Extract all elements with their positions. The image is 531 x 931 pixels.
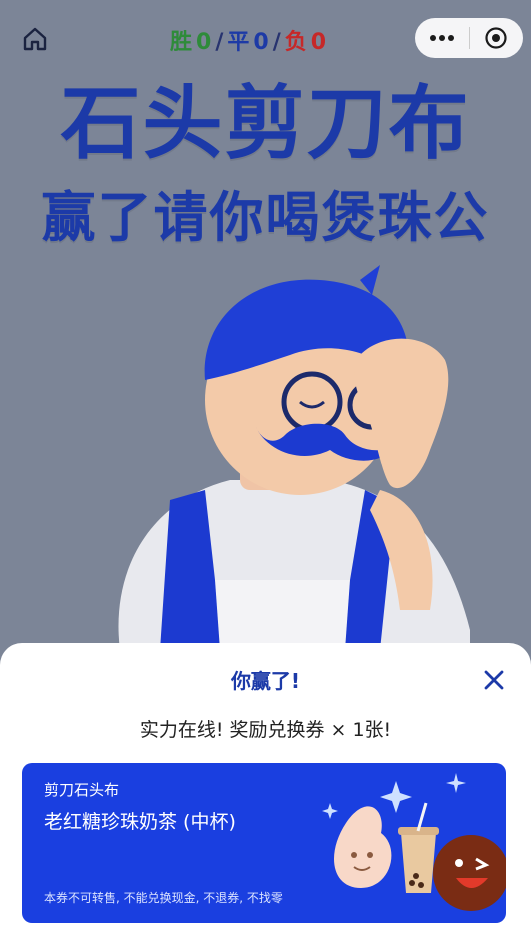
win-count: 0 [196,30,212,55]
result-sheet: 你赢了! 实力在线! 奖励兑换券 × 1张! 剪刀石头布 老红糖珍珠奶茶 (中杯… [0,643,531,931]
voucher-brand: 剪刀石头布 [44,781,120,799]
miniprogram-capsule [415,18,523,58]
mascot-illustration [118,265,471,650]
score-separator: / [215,30,224,55]
home-icon [23,27,47,51]
voucher-card[interactable]: 剪刀石头布 老红糖珍珠奶茶 (中杯) 本券不可转售, 不能兑换现金, 不退券, … [22,763,506,923]
top-bar: 胜 0 / 平 0 / 负 0 [0,0,531,76]
lose-count: 0 [310,30,327,55]
hero-title: 石头剪刀布 [60,77,471,170]
win-label: 胜 [170,30,193,55]
score-board: 胜 0 / 平 0 / 负 0 [170,24,326,56]
close-button[interactable] [481,667,507,693]
score-separator: / [272,30,281,55]
draw-label: 平 [227,30,250,55]
home-button[interactable] [18,22,52,56]
voucher-product: 老红糖珍珠奶茶 (中杯) [44,811,236,833]
more-button[interactable] [415,18,469,58]
voucher-mascot-art [322,773,506,911]
target-icon [485,27,507,49]
exit-button[interactable] [469,18,523,58]
lose-label: 负 [284,30,307,55]
hero-subtitle: 赢了请你喝煲珠公 [41,186,490,249]
draw-count: 0 [253,30,269,55]
reward-message: 实力在线! 奖励兑换券 × 1张! [139,719,392,741]
voucher-terms: 本券不可转售, 不能兑换现金, 不退券, 不找零 [44,891,283,905]
more-dots-icon [429,35,454,41]
close-icon [484,670,504,690]
result-title: 你赢了! [230,669,301,693]
